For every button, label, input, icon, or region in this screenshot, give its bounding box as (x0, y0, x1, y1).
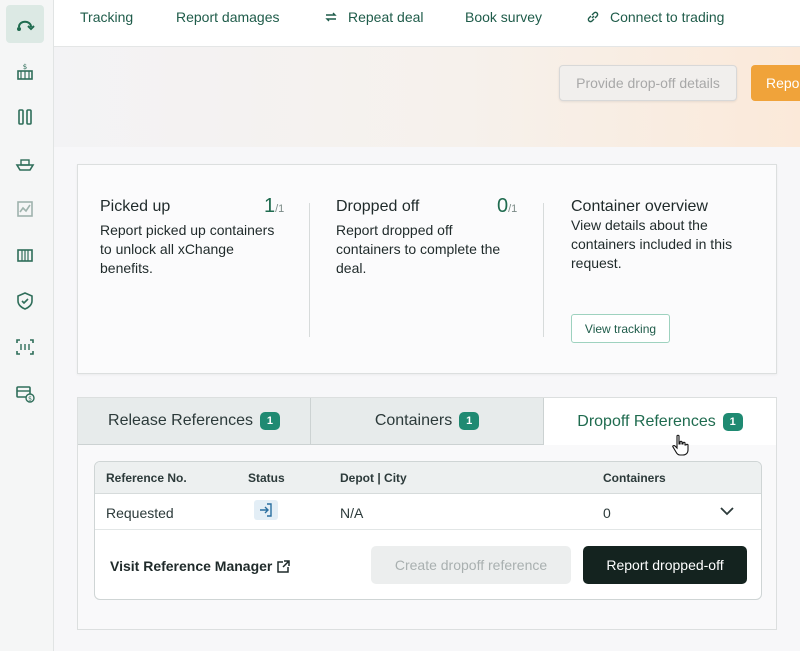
dropoff-status-icon (254, 500, 278, 520)
count-badge: 1 (722, 412, 743, 431)
login-icon (260, 503, 272, 517)
table-header: Reference No. Status Depot | City Contai… (95, 462, 761, 494)
nav-tracking[interactable]: Tracking (80, 0, 133, 34)
reference-cell: Requested (106, 505, 174, 521)
nav-label: Connect to trading (610, 9, 725, 25)
dropoff-references-table-card: Reference No. Status Depot | City Contai… (94, 461, 762, 600)
header-reference-no: Reference No. (106, 471, 187, 485)
divider (309, 203, 310, 337)
tab-release-references[interactable]: Release References 1 (78, 398, 311, 445)
sidebar-item-board[interactable] (6, 98, 44, 136)
report-dropped-off-button[interactable]: Report dropped-off (583, 546, 747, 584)
dropped-off-value: 0 (497, 195, 509, 217)
picked-up-total: /1 (275, 203, 285, 215)
sidebar-item-shipping[interactable] (6, 144, 44, 182)
nav-label: Tracking (80, 9, 134, 25)
deal-summary-card: Picked up 1/1 Report picked up container… (77, 164, 777, 374)
containers-cell: 0 (603, 505, 611, 521)
billing-icon: $ (16, 386, 35, 403)
dropped-off-total: /1 (508, 203, 518, 215)
columns-icon (18, 109, 32, 125)
dropped-off-title: Dropped off (336, 198, 420, 215)
containers-dollar-icon: $ (17, 63, 33, 80)
count-badge: 1 (259, 412, 280, 430)
scan-container-icon (16, 339, 34, 355)
picked-up-count: 1/1 (264, 195, 284, 218)
warehouse-icon (17, 249, 33, 262)
nav-connect-trading[interactable]: Connect to trading (586, 0, 724, 34)
nav-repeat-deal[interactable]: Repeat deal (324, 0, 424, 34)
route-icon (17, 20, 35, 31)
references-panel: Release References 1 Containers 1 Dropof… (77, 397, 777, 630)
repeat-icon (325, 12, 337, 22)
dropped-off-description: Report dropped off containers to complet… (336, 222, 501, 276)
dropped-off-section: Dropped off 0/1 Report dropped off conta… (336, 165, 526, 373)
nav-book-survey[interactable]: Book survey (465, 0, 542, 34)
tab-label: Containers (374, 412, 453, 429)
tab-containers[interactable]: Containers 1 (311, 398, 544, 445)
container-overview-title: Container overview (571, 198, 708, 215)
svg-text:$: $ (28, 396, 32, 403)
header-status: Status (248, 471, 285, 485)
count-badge: 1 (459, 412, 480, 430)
provide-dropoff-details-button[interactable]: Provide drop-off details (559, 65, 737, 101)
table-row[interactable]: Requested N/A 0 (95, 493, 761, 530)
visit-reference-manager-link[interactable]: Visit Reference Manager (110, 558, 291, 574)
view-tracking-button[interactable]: View tracking (571, 314, 670, 343)
sidebar-item-billing[interactable]: $ (6, 374, 44, 412)
nav-label: Report damages (176, 9, 280, 25)
hand-cursor-icon (672, 434, 689, 456)
sidebar-item-analytics[interactable] (6, 190, 44, 228)
link-icon (587, 11, 599, 23)
sidebar-item-insurance[interactable] (6, 282, 44, 320)
container-overview-description: View details about the containers includ… (571, 217, 733, 271)
tab-label: Dropoff References (577, 412, 716, 430)
sidebar: $ $ (0, 0, 54, 651)
sidebar-item-deals[interactable] (6, 5, 44, 43)
report-button[interactable]: Report (751, 65, 800, 101)
tab-label: Release References (108, 412, 253, 429)
dropped-off-count: 0/1 (497, 195, 517, 218)
sidebar-item-marketplace[interactable]: $ (6, 53, 44, 91)
tab-dropoff-references[interactable]: Dropoff References 1 (544, 398, 776, 445)
picked-up-value: 1 (264, 195, 276, 217)
chart-icon (17, 201, 33, 217)
svg-text:$: $ (23, 63, 27, 71)
ship-icon (15, 159, 35, 171)
external-link-icon (277, 559, 291, 573)
divider (543, 203, 544, 337)
header-depot-city: Depot | City (340, 471, 407, 485)
create-dropoff-reference-button[interactable]: Create dropoff reference (371, 546, 571, 584)
picked-up-section: Picked up 1/1 Report picked up container… (100, 165, 290, 373)
top-nav: Tracking Report damages Repeat deal Book… (54, 0, 800, 47)
link-label: Visit Reference Manager (110, 558, 273, 574)
sidebar-item-depot[interactable] (6, 236, 44, 274)
nav-label: Repeat deal (348, 9, 424, 25)
sidebar-item-scan[interactable] (6, 328, 44, 366)
chevron-down-icon[interactable] (718, 502, 736, 520)
header-containers: Containers (603, 471, 666, 485)
nav-label: Book survey (465, 9, 543, 25)
picked-up-description: Report picked up containers to unlock al… (100, 222, 275, 276)
picked-up-title: Picked up (100, 198, 171, 215)
nav-report-damages[interactable]: Report damages (176, 0, 280, 34)
shield-icon (17, 292, 33, 310)
depot-cell: N/A (340, 505, 364, 521)
